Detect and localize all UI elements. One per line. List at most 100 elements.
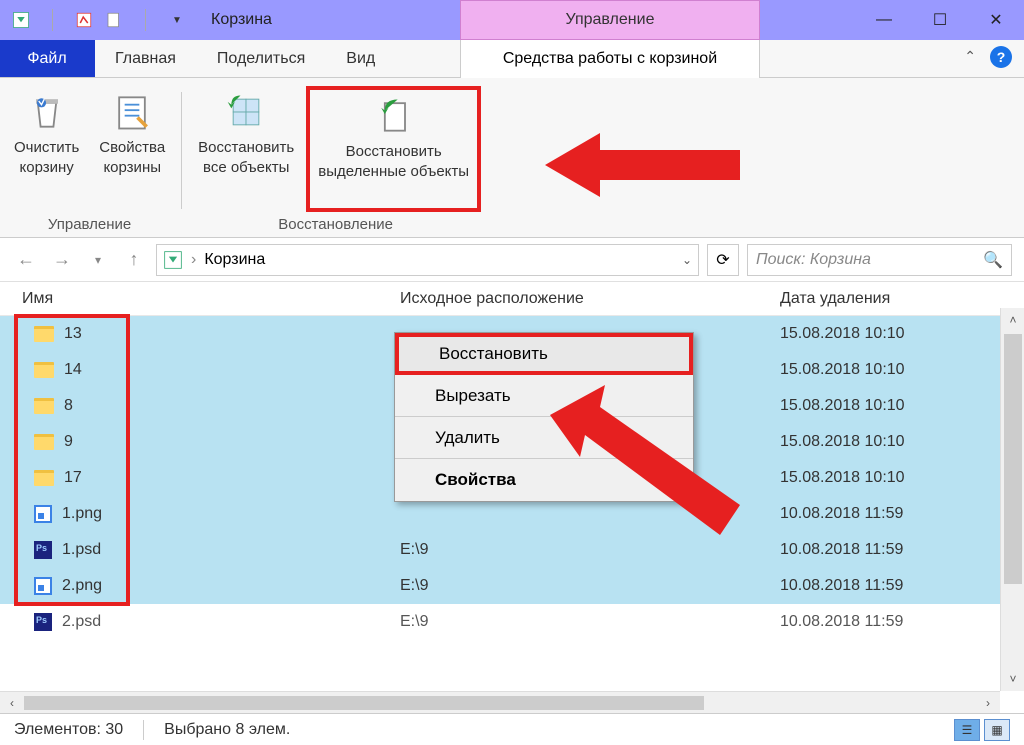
context-properties[interactable]: Свойства [395,459,693,501]
collapse-ribbon-icon[interactable]: ⌃ [964,48,976,65]
tab-share[interactable]: Поделиться [197,40,326,77]
table-row[interactable]: 2.png E:\910.08.2018 11:59 [0,568,1024,604]
table-row[interactable]: 2.psdE:\910.08.2018 11:59 [0,604,1024,640]
tab-recycle-tools[interactable]: Средства работы с корзиной [460,40,760,78]
restore-selected-icon [372,94,416,138]
window-controls: — ☐ ✕ [856,0,1024,40]
restore-selected-button[interactable]: Восстановить выделенные объекты [306,86,481,212]
contextual-tab-header: Управление [460,0,760,40]
cell-date: 15.08.2018 10:10 [780,325,1024,343]
thumbnails-view-button[interactable]: ▦ [984,719,1010,741]
scroll-thumb-h[interactable] [24,696,704,710]
recycle-props-label: Свойства корзины [99,138,165,177]
file-name: 2.png [62,577,102,595]
file-name: 13 [64,325,82,343]
cell-date: 10.08.2018 11:59 [780,505,1024,523]
maximize-button[interactable]: ☐ [912,0,968,40]
cell-date: 10.08.2018 11:59 [780,613,1024,631]
recycle-bin-icon [163,250,183,270]
context-delete[interactable]: Удалить [395,417,693,459]
cell-name: 2.png [0,577,400,595]
context-restore[interactable]: Восстановить [395,333,693,375]
breadcrumb-bar[interactable]: › Корзина ⌄ [156,244,699,276]
new-doc-icon[interactable] [105,11,123,29]
file-name: 1.png [62,505,102,523]
properties-sheet-icon [110,90,154,134]
col-header-location[interactable]: Исходное расположение [400,290,780,308]
file-name: 8 [64,397,73,415]
recycle-props-button[interactable]: Свойства корзины [91,86,173,212]
cell-name: 8 [0,397,400,415]
chevron-down-icon[interactable]: ⌄ [682,253,692,267]
scroll-right-icon[interactable]: › [976,692,1000,714]
ribbon-group-restore-label: Восстановление [278,212,393,237]
properties-icon[interactable] [75,11,93,29]
qat-divider [52,9,53,31]
search-placeholder: Поиск: Корзина [756,251,871,269]
tab-home[interactable]: Главная [95,40,197,77]
cell-date: 15.08.2018 10:10 [780,469,1024,487]
scroll-up-icon[interactable]: ˄ [1001,308,1024,332]
folder-icon [34,398,54,414]
psd-icon [34,613,52,631]
refresh-button[interactable]: ⟳ [707,244,739,276]
column-headers[interactable]: Имя Исходное расположение Дата удаления [0,282,1024,316]
ribbon-tabs: Файл Главная Поделиться Вид Средства раб… [0,40,1024,78]
cell-name: 13 [0,325,400,343]
address-bar: ← → ▾ ↑ › Корзина ⌄ ⟳ Поиск: Корзина 🔍 [0,238,1024,282]
status-bar: Элементов: 30 Выбрано 8 элем. ☰ ▦ [0,713,1024,745]
tab-file[interactable]: Файл [0,40,95,77]
file-name: 1.psd [62,541,101,559]
search-input[interactable]: Поиск: Корзина 🔍 [747,244,1012,276]
folder-icon [34,362,54,378]
folder-icon [34,326,54,342]
cell-date: 10.08.2018 11:59 [780,541,1024,559]
horizontal-scrollbar[interactable]: ‹ › [0,691,1000,713]
restore-all-icon [224,90,268,134]
close-button[interactable]: ✕ [968,0,1024,40]
back-button[interactable]: ← [12,246,40,274]
tab-view[interactable]: Вид [326,40,396,77]
context-cut[interactable]: Вырезать [395,375,693,417]
cell-date: 15.08.2018 10:10 [780,361,1024,379]
image-icon [34,577,52,595]
empty-recycle-button[interactable]: Очистить корзину [6,86,87,212]
minimize-button[interactable]: — [856,0,912,40]
cell-date: 10.08.2018 11:59 [780,577,1024,595]
scroll-thumb-v[interactable] [1004,334,1022,584]
scroll-down-icon[interactable]: ˅ [1001,667,1024,691]
status-separator [143,720,144,740]
trash-icon [25,90,69,134]
col-header-date[interactable]: Дата удаления [780,290,1024,308]
cell-name: 2.psd [0,613,400,631]
file-name: 17 [64,469,82,487]
folder-icon [34,470,54,486]
forward-button[interactable]: → [48,246,76,274]
file-name: 9 [64,433,73,451]
up-button[interactable]: ↑ [120,246,148,274]
table-row[interactable]: 1.psd E:\910.08.2018 11:59 [0,532,1024,568]
cell-name: 9 [0,433,400,451]
restore-all-button[interactable]: Восстановить все объекты [190,86,302,212]
help-icon[interactable]: ? [990,46,1012,68]
vertical-scrollbar[interactable]: ˄ ˅ [1000,308,1024,691]
breadcrumb-text: Корзина [204,251,674,269]
details-view-button[interactable]: ☰ [954,719,980,741]
status-selected-count: Выбрано 8 элем. [164,721,290,739]
col-header-name[interactable]: Имя [0,290,400,308]
restore-selected-label: Восстановить выделенные объекты [318,142,469,181]
history-dropdown-icon[interactable]: ▾ [84,246,112,274]
quick-access-toolbar: ▼ [0,9,186,31]
search-icon: 🔍 [983,250,1003,270]
file-name: 14 [64,361,82,379]
qat-dropdown-icon[interactable]: ▼ [168,11,186,29]
folder-icon [34,434,54,450]
cell-location: E:\9 [400,613,780,631]
ribbon-group-manage: Очистить корзину Свойства корзины Управл… [0,86,179,237]
scroll-left-icon[interactable]: ‹ [0,692,24,714]
cell-location: E:\9 [400,577,780,595]
cell-name: 14 [0,361,400,379]
status-item-count: Элементов: 30 [14,721,123,739]
cell-location: E:\9 [400,541,780,559]
restore-all-label: Восстановить все объекты [198,138,294,177]
